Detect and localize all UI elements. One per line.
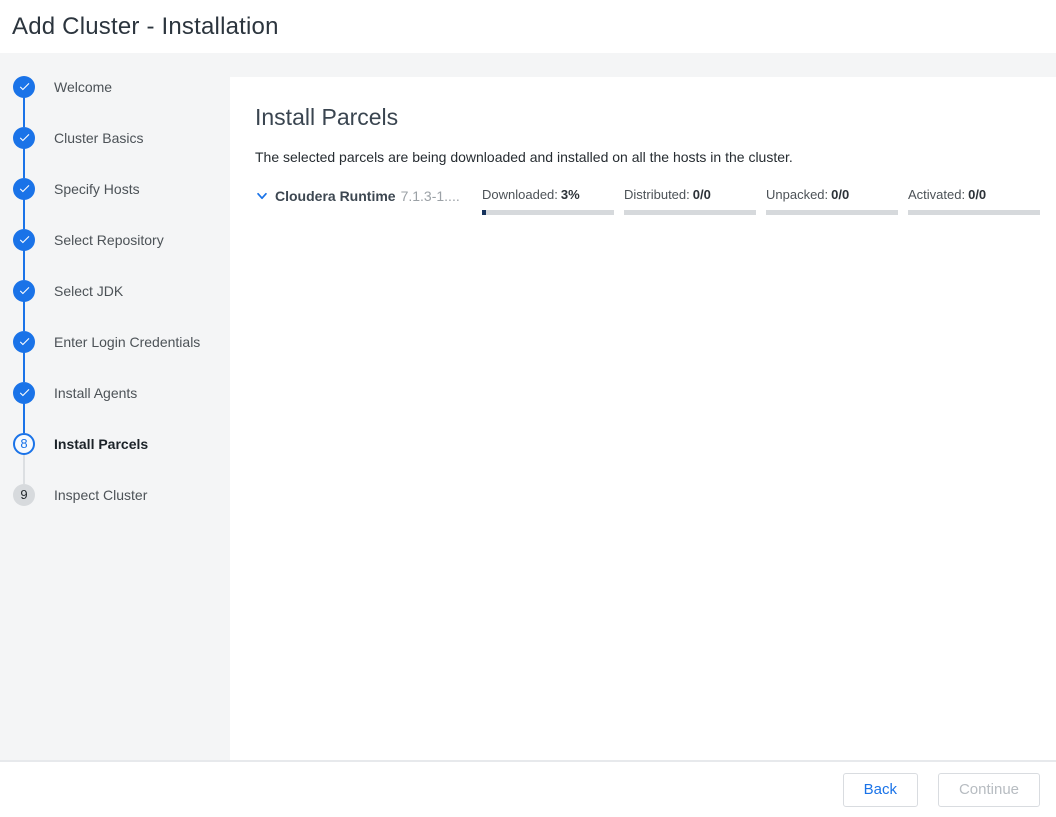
sidebar-step-select-repository: Select Repository bbox=[0, 214, 230, 265]
chevron-down-icon[interactable] bbox=[255, 189, 269, 203]
stage-activated: Activated:0/0 bbox=[908, 187, 1050, 215]
step-label: Welcome bbox=[54, 79, 112, 95]
step-done-circle bbox=[13, 280, 35, 302]
sidebar-step-install-parcels: 8 Install Parcels bbox=[0, 418, 230, 469]
sidebar-step-welcome: Welcome bbox=[0, 61, 230, 112]
stage-label-line: Activated:0/0 bbox=[908, 187, 1050, 202]
page-header: Add Cluster - Installation bbox=[0, 0, 1056, 53]
stage-label-line: Distributed:0/0 bbox=[624, 187, 766, 202]
stage-unpacked: Unpacked:0/0 bbox=[766, 187, 908, 215]
step-label: Inspect Cluster bbox=[54, 487, 147, 503]
section-description: The selected parcels are being downloade… bbox=[255, 149, 1040, 165]
add-cluster-wizard: Add Cluster - Installation Welcome Clust… bbox=[0, 0, 1056, 817]
stage-value: 0/0 bbox=[968, 187, 986, 202]
stage-label: Downloaded: bbox=[482, 187, 558, 202]
progress-bar bbox=[766, 210, 898, 215]
sidebar-step-select-jdk: Select JDK bbox=[0, 265, 230, 316]
progress-bar-fill bbox=[482, 210, 486, 215]
page-title: Add Cluster - Installation bbox=[12, 13, 279, 41]
progress-bar bbox=[908, 210, 1040, 215]
back-button[interactable]: Back bbox=[843, 773, 918, 807]
sidebar-step-specify-hosts: Specify Hosts bbox=[0, 163, 230, 214]
main-panel: Install Parcels The selected parcels are… bbox=[230, 77, 1056, 760]
progress-bar bbox=[482, 210, 614, 215]
sidebar-step-install-agents: Install Agents bbox=[0, 367, 230, 418]
step-label: Install Agents bbox=[54, 385, 137, 401]
progress-bar bbox=[624, 210, 756, 215]
step-label: Select JDK bbox=[54, 283, 123, 299]
check-icon bbox=[18, 233, 31, 246]
check-icon bbox=[18, 284, 31, 297]
parcel-name: Cloudera Runtime bbox=[275, 188, 396, 204]
wizard-steps-sidebar: Welcome Cluster Basics Specify Hosts Sel… bbox=[0, 53, 230, 760]
wizard-footer: Back Continue bbox=[0, 760, 1056, 817]
step-number: 8 bbox=[20, 436, 27, 451]
step-number-circle: 8 bbox=[13, 433, 35, 455]
parcel-row: Cloudera Runtime 7.1.3-1.... Downloaded:… bbox=[255, 187, 1040, 215]
stage-value: 0/0 bbox=[831, 187, 849, 202]
step-done-circle bbox=[13, 178, 35, 200]
stage-value: 3% bbox=[561, 187, 580, 202]
check-icon bbox=[18, 131, 31, 144]
step-number: 9 bbox=[20, 487, 27, 502]
continue-button[interactable]: Continue bbox=[938, 773, 1040, 807]
check-icon bbox=[18, 386, 31, 399]
step-done-circle bbox=[13, 331, 35, 353]
check-icon bbox=[18, 182, 31, 195]
section-title: Install Parcels bbox=[255, 104, 1040, 131]
sidebar-step-cluster-basics: Cluster Basics bbox=[0, 112, 230, 163]
step-done-circle bbox=[13, 229, 35, 251]
parcel-name-cell: Cloudera Runtime 7.1.3-1.... bbox=[255, 187, 482, 204]
stage-label-line: Unpacked:0/0 bbox=[766, 187, 908, 202]
step-label: Install Parcels bbox=[54, 436, 148, 452]
step-number-circle: 9 bbox=[13, 484, 35, 506]
parcel-version: 7.1.3-1.... bbox=[401, 188, 460, 204]
step-done-circle bbox=[13, 382, 35, 404]
stage-distributed: Distributed:0/0 bbox=[624, 187, 766, 215]
sidebar-step-enter-login-credentials: Enter Login Credentials bbox=[0, 316, 230, 367]
step-done-circle bbox=[13, 127, 35, 149]
step-label: Specify Hosts bbox=[54, 181, 140, 197]
stage-label: Activated: bbox=[908, 187, 965, 202]
step-done-circle bbox=[13, 76, 35, 98]
sidebar-step-inspect-cluster: 9 Inspect Cluster bbox=[0, 469, 230, 520]
step-label: Enter Login Credentials bbox=[54, 334, 200, 350]
check-icon bbox=[18, 335, 31, 348]
content-area: Welcome Cluster Basics Specify Hosts Sel… bbox=[0, 53, 1056, 760]
check-icon bbox=[18, 80, 31, 93]
stage-label: Distributed: bbox=[624, 187, 690, 202]
step-label: Select Repository bbox=[54, 232, 164, 248]
stage-label: Unpacked: bbox=[766, 187, 828, 202]
stage-label-line: Downloaded:3% bbox=[482, 187, 624, 202]
stage-value: 0/0 bbox=[693, 187, 711, 202]
stage-downloaded: Downloaded:3% bbox=[482, 187, 624, 215]
step-label: Cluster Basics bbox=[54, 130, 143, 146]
